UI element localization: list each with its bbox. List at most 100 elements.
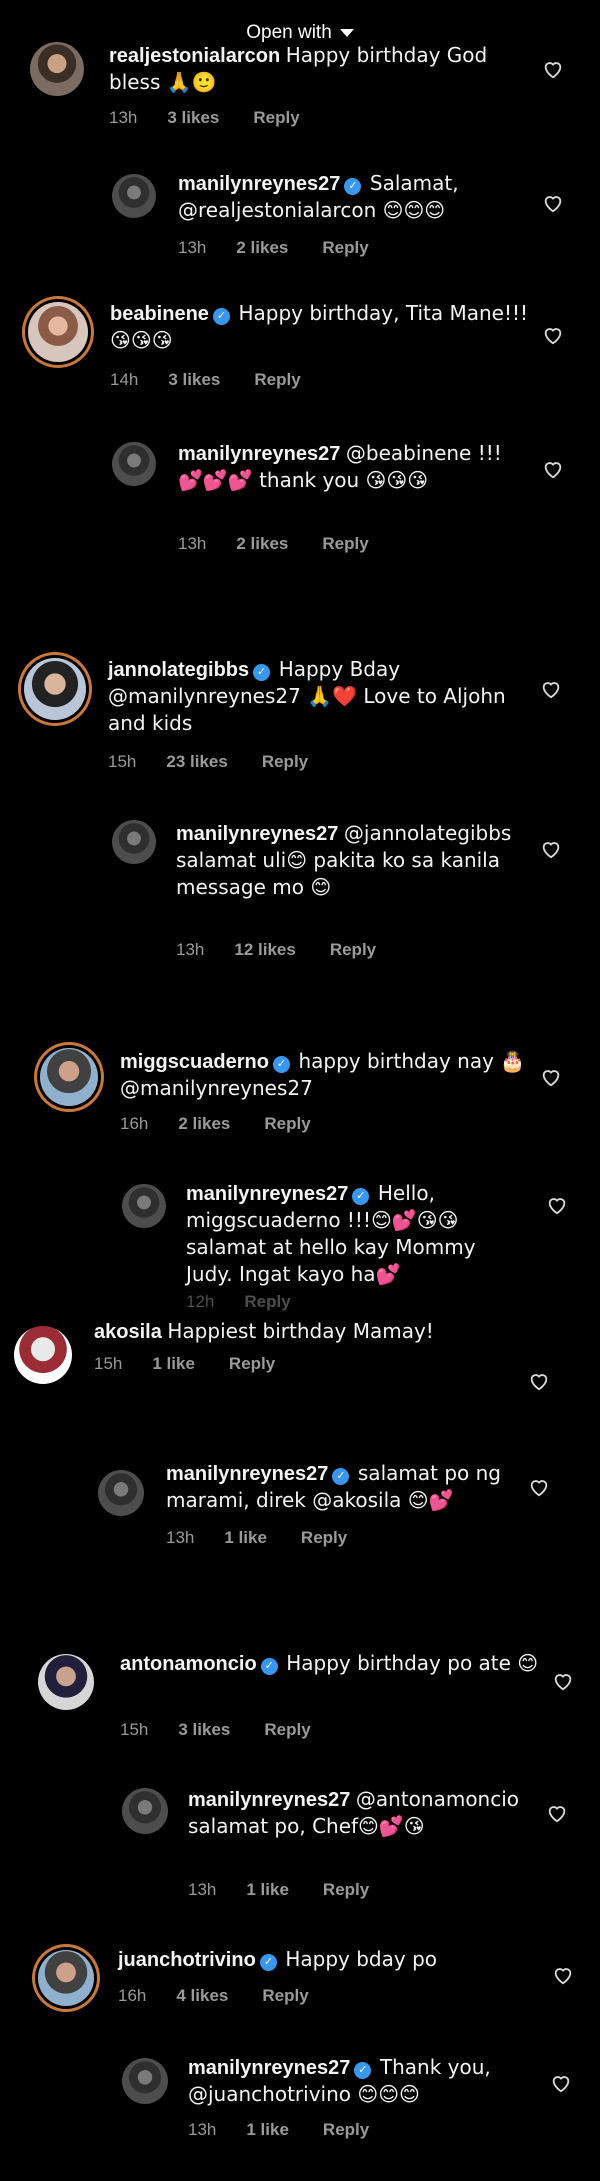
reply-button[interactable]: Reply <box>229 1354 275 1373</box>
comment-likes[interactable]: 1 like <box>246 2120 289 2139</box>
heart-icon[interactable] <box>550 2072 572 2094</box>
reply-button[interactable]: Reply <box>322 534 368 553</box>
comment-likes[interactable]: 23 likes <box>166 752 227 771</box>
comment-likes[interactable]: 3 likes <box>168 370 220 389</box>
comment-body: miggscuaderno ✓ happy birthday nay 🎂 @man… <box>120 1048 540 1102</box>
comment-body: manilynreynes27 ✓ Hello, miggscuaderno !!… <box>186 1180 516 1288</box>
avatar[interactable] <box>24 658 86 720</box>
heart-icon[interactable] <box>542 458 564 480</box>
comment-likes[interactable]: 3 likes <box>178 1720 230 1739</box>
reply-button[interactable]: Reply <box>262 1986 308 2005</box>
comment-text: Happy bday po <box>285 1947 438 1971</box>
heart-icon[interactable] <box>542 192 564 214</box>
reply-button[interactable]: Reply <box>323 1880 369 1899</box>
comment-username[interactable]: manilynreynes27 <box>176 823 338 845</box>
reply-button[interactable]: Reply <box>264 1114 310 1133</box>
verified-badge-icon: ✓ <box>260 1658 278 1675</box>
comment-meta: 13h 1 like Reply <box>166 1528 381 1548</box>
heart-icon[interactable] <box>540 838 562 860</box>
heart-icon[interactable] <box>528 1476 550 1498</box>
comment-meta: 14h 3 likes Reply <box>110 370 335 390</box>
comment-username[interactable]: antonamoncio <box>120 1653 257 1675</box>
comment-time: 13h <box>188 1880 217 1899</box>
comment-username[interactable]: juanchotrivino <box>118 1949 256 1971</box>
chevron-down-icon <box>339 28 354 37</box>
reply-button[interactable]: Reply <box>301 1528 347 1547</box>
reply-button[interactable]: Reply <box>262 752 308 771</box>
comment-meta: 16h 4 likes Reply <box>118 1986 343 2006</box>
comment-likes[interactable]: 1 like <box>224 1528 267 1547</box>
comment-likes[interactable]: 2 likes <box>236 534 288 553</box>
comment-likes[interactable]: 2 likes <box>236 238 288 257</box>
comment-time: 13h <box>109 108 138 127</box>
comment-username[interactable]: beabinene <box>110 303 209 325</box>
avatar[interactable] <box>112 820 156 864</box>
comment-likes[interactable]: 2 likes <box>178 1114 230 1133</box>
comment-username[interactable]: realjestonialarcon <box>109 45 280 67</box>
heart-icon[interactable] <box>542 324 564 346</box>
comment-body: juanchotrivino ✓ Happy bday po <box>118 1946 538 1973</box>
comment-body: manilynreynes27 ✓ salamat po ng marami, d… <box>166 1460 516 1514</box>
avatar[interactable] <box>122 2058 168 2104</box>
comment-username[interactable]: miggscuaderno <box>120 1051 269 1073</box>
heart-icon[interactable] <box>540 678 562 700</box>
comment-meta: 13h 12 likes Reply <box>176 940 410 960</box>
comment-text: Happiest birthday Mamay! <box>167 1319 434 1343</box>
avatar[interactable] <box>28 302 88 362</box>
open-with-button[interactable]: Open with <box>0 22 600 44</box>
heart-icon[interactable] <box>540 1066 562 1088</box>
avatar[interactable] <box>122 1184 166 1228</box>
avatar[interactable] <box>112 442 156 486</box>
comment-meta: 13h 3 likes Reply <box>109 108 334 128</box>
reply-button[interactable]: Reply <box>254 370 300 389</box>
avatar[interactable] <box>122 1788 168 1834</box>
comment-username[interactable]: manilynreynes27 <box>178 173 340 195</box>
comment: akosila Happiest birthday Mamay! 15h 1 li… <box>14 1318 580 1418</box>
comment-time: 12h <box>186 1292 215 1311</box>
comment-username[interactable]: manilynreynes27 <box>188 2057 350 2079</box>
comment-text: Happy birthday po ate 😊 <box>286 1651 539 1675</box>
comment-username[interactable]: manilynreynes27 <box>166 1463 328 1485</box>
reply-button[interactable]: Reply <box>264 1720 310 1739</box>
avatar[interactable] <box>112 174 156 218</box>
heart-icon[interactable] <box>546 1802 568 1824</box>
reply-button[interactable]: Reply <box>323 2120 369 2139</box>
heart-icon[interactable] <box>552 1670 574 1692</box>
comment-body: jannolategibbs ✓ Happy Bday @manilynreyne… <box>108 656 548 737</box>
verified-badge-icon: ✓ <box>212 308 230 325</box>
comment-username[interactable]: manilynreynes27 <box>186 1183 348 1205</box>
reply-button[interactable]: Reply <box>330 940 376 959</box>
comment-body: manilynreynes27 @beabinene !!!💕💕💕 thank … <box>178 440 518 494</box>
comment-likes[interactable]: 1 like <box>152 1354 195 1373</box>
reply-button[interactable]: Reply <box>244 1292 290 1311</box>
reply-button[interactable]: Reply <box>322 238 368 257</box>
heart-icon[interactable] <box>546 1194 568 1216</box>
avatar[interactable] <box>38 1950 94 2006</box>
comment-likes[interactable]: 4 likes <box>176 1986 228 2005</box>
avatar[interactable] <box>38 1654 94 1710</box>
comment: miggscuaderno ✓ happy birthday nay 🎂 @man… <box>36 1046 580 1146</box>
avatar[interactable] <box>30 42 84 96</box>
comment-likes[interactable]: 3 likes <box>167 108 219 127</box>
comment-time: 16h <box>118 1986 147 2005</box>
heart-icon[interactable] <box>552 1964 574 1986</box>
comment: jannolategibbs ✓ Happy Bday @manilynreyne… <box>20 656 580 786</box>
comment-body: manilynreynes27 ✓ Thank you, @juanchotriv… <box>188 2054 528 2108</box>
comment-username[interactable]: manilynreynes27 <box>188 1789 350 1811</box>
comment-likes[interactable]: 12 likes <box>234 940 295 959</box>
comment-time: 15h <box>108 752 137 771</box>
avatar[interactable] <box>40 1048 98 1106</box>
heart-icon[interactable] <box>528 1370 550 1392</box>
comment: juanchotrivino ✓ Happy bday po 16h 4 likes… <box>34 1946 580 2046</box>
heart-icon[interactable] <box>542 58 564 80</box>
comment-time: 13h <box>176 940 205 959</box>
comment-username[interactable]: jannolategibbs <box>108 659 249 681</box>
avatar[interactable] <box>14 1326 72 1384</box>
comment-body: manilynreynes27 @jannolategibbs salamat … <box>176 820 536 901</box>
avatar[interactable] <box>98 1470 144 1516</box>
comment-meta: 13h 2 likes Reply <box>178 534 403 554</box>
comment-username[interactable]: akosila <box>94 1321 162 1343</box>
comment-likes[interactable]: 1 like <box>246 1880 289 1899</box>
comment-username[interactable]: manilynreynes27 <box>178 443 340 465</box>
reply-button[interactable]: Reply <box>253 108 299 127</box>
